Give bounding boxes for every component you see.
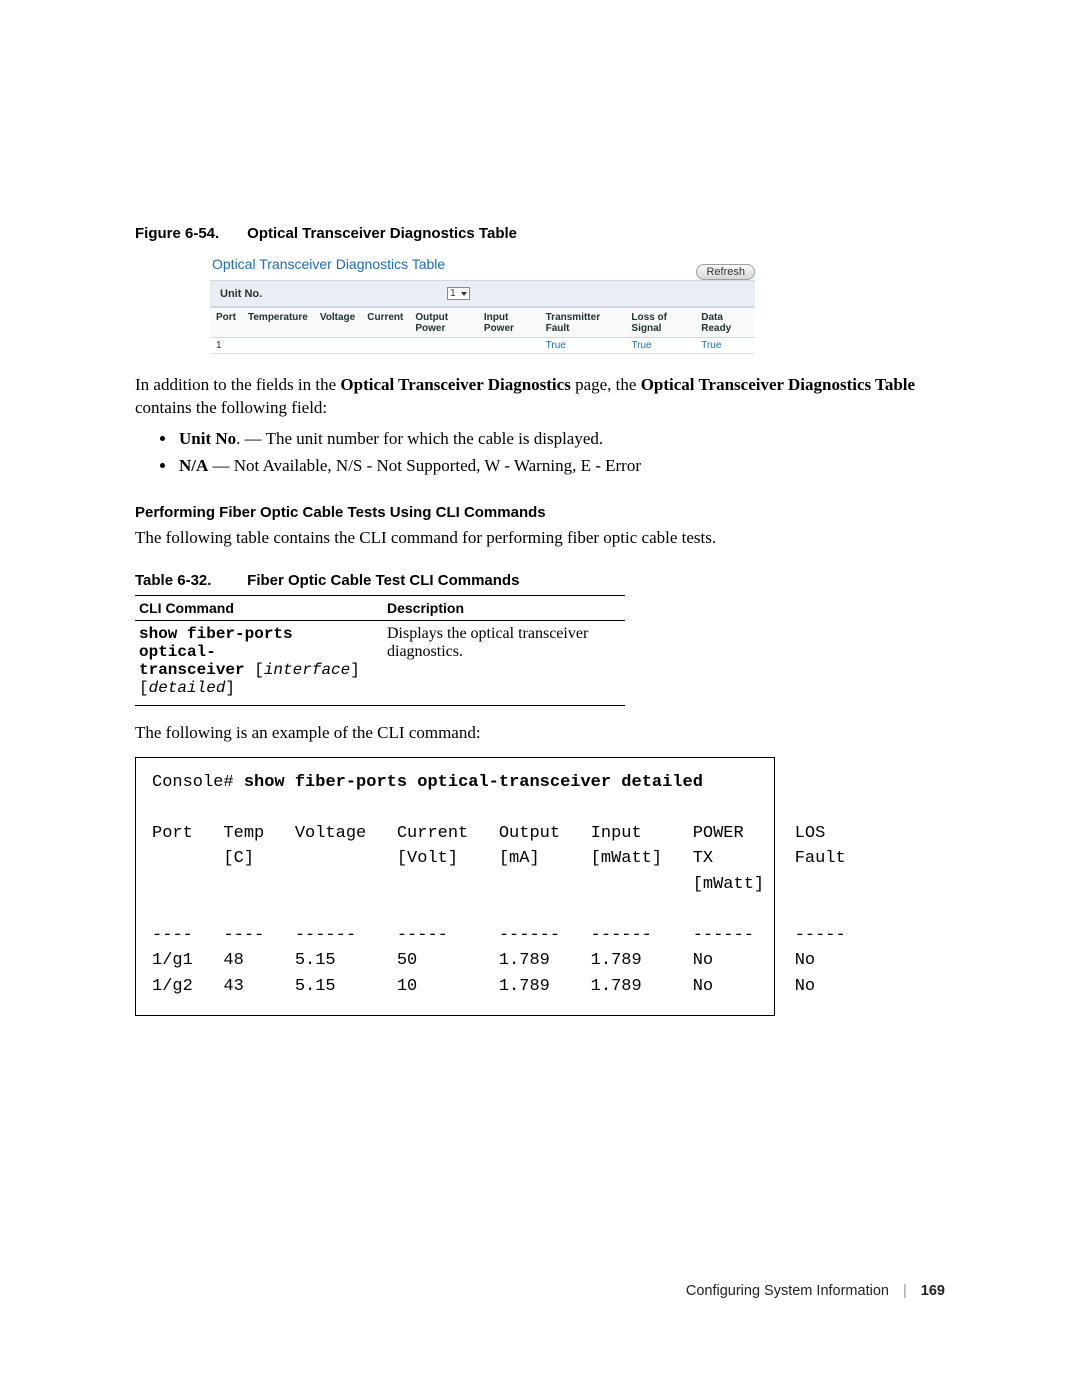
section-paragraph: The following table contains the CLI com… xyxy=(135,527,945,550)
col-port: Port xyxy=(210,308,242,338)
cell-transmitter-fault: True xyxy=(540,338,626,354)
unit-row: Unit No. 1 xyxy=(210,280,755,307)
table-row: 1 True True True xyxy=(210,338,755,354)
console-output: Console# show fiber-ports optical-transc… xyxy=(135,757,775,1017)
unit-no-select[interactable]: 1 xyxy=(447,287,470,300)
diagnostics-screenshot: Refresh Optical Transceiver Diagnostics … xyxy=(210,252,755,354)
cli-command-cell: show fiber-ports optical- transceiver [i… xyxy=(135,620,383,705)
refresh-button[interactable]: Refresh xyxy=(696,264,755,280)
intro-paragraph: In addition to the fields in the Optical… xyxy=(135,374,945,420)
unit-no-value: 1 xyxy=(450,288,456,299)
col-voltage: Voltage xyxy=(314,308,361,338)
cli-commands-table: CLI Command Description show fiber-ports… xyxy=(135,595,625,706)
col-input-power: Input Power xyxy=(478,308,540,338)
col-temperature: Temperature xyxy=(242,308,314,338)
console-divider: ---- ---- ------ ----- ------ ------ ---… xyxy=(152,926,846,945)
console-row1: 1/g1 48 5.15 50 1.789 1.789 No No xyxy=(152,951,815,970)
field-list: Unit No. — The unit number for which the… xyxy=(135,428,945,478)
diagnostics-table: Port Temperature Voltage Current Output … xyxy=(210,307,755,353)
cli-hdr-description: Description xyxy=(383,595,625,620)
figure-title: Optical Transceiver Diagnostics Table xyxy=(247,225,517,242)
figure-caption: Figure 6-54. Optical Transceiver Diagnos… xyxy=(135,225,945,242)
col-current: Current xyxy=(361,308,409,338)
footer-page-number: 169 xyxy=(921,1283,945,1299)
list-item: N/A — Not Available, N/S - Not Supported… xyxy=(177,455,945,478)
console-row2: 1/g2 43 5.15 10 1.789 1.789 No No xyxy=(152,977,815,996)
figure-label: Figure 6-54. xyxy=(135,225,243,242)
cli-hdr-command: CLI Command xyxy=(135,595,383,620)
cell-data-ready: True xyxy=(695,338,755,354)
col-output-power: Output Power xyxy=(409,308,478,338)
table-header-row: Port Temperature Voltage Current Output … xyxy=(210,308,755,338)
footer-separator: | xyxy=(903,1283,907,1299)
table-label: Table 6-32. xyxy=(135,572,243,589)
section-heading: Performing Fiber Optic Cable Tests Using… xyxy=(135,504,945,521)
term-unit-no: Unit No xyxy=(179,429,236,448)
table-caption: Table 6-32. Fiber Optic Cable Test CLI C… xyxy=(135,572,945,589)
cell-loss-of-signal: True xyxy=(625,338,695,354)
col-transmitter-fault: Transmitter Fault xyxy=(540,308,626,338)
unit-no-label: Unit No. xyxy=(220,288,262,300)
table-title: Fiber Optic Cable Test CLI Commands xyxy=(247,572,519,589)
term-na: N/A xyxy=(179,456,208,475)
console-header1: Port Temp Voltage Current Output Input P… xyxy=(152,824,825,843)
footer-section: Configuring System Information xyxy=(686,1283,889,1299)
list-item: Unit No. — The unit number for which the… xyxy=(177,428,945,451)
page-footer: Configuring System Information | 169 xyxy=(686,1283,945,1299)
example-paragraph: The following is an example of the CLI c… xyxy=(135,722,945,745)
cell-idx: 1 xyxy=(210,338,242,354)
console-header3: [mWatt] xyxy=(152,875,764,894)
col-data-ready: Data Ready xyxy=(695,308,755,338)
console-header2: [C] [Volt] [mA] [mWatt] TX Fault xyxy=(152,849,846,868)
table-row: show fiber-ports optical- transceiver [i… xyxy=(135,620,625,705)
console-prompt: Console# xyxy=(152,773,244,792)
col-loss-of-signal: Loss of Signal xyxy=(625,308,695,338)
screenshot-title: Optical Transceiver Diagnostics Table xyxy=(210,252,755,280)
cli-description-cell: Displays the optical transceiver diagnos… xyxy=(383,620,625,705)
console-command: show fiber-ports optical-transceiver det… xyxy=(244,773,703,792)
